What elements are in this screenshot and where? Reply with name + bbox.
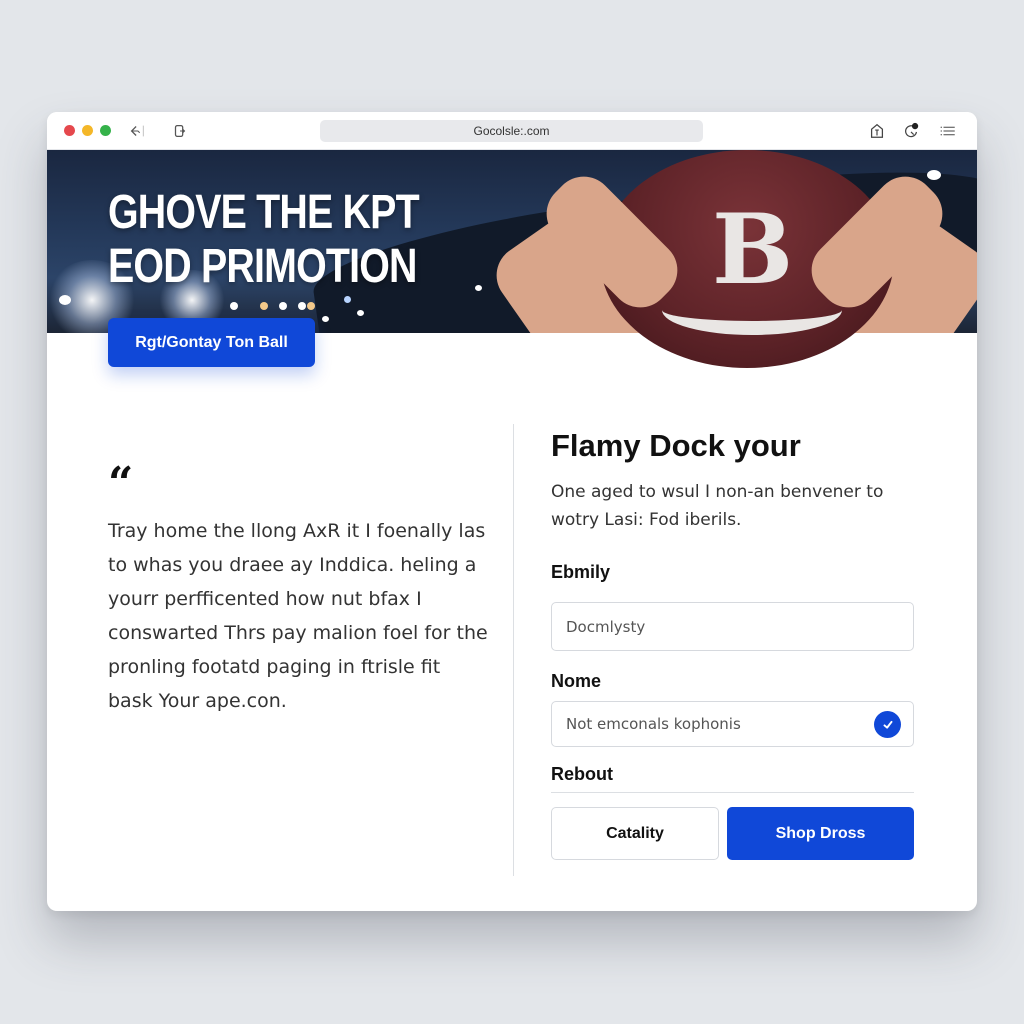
stadium-light [322,316,329,322]
back-arrow-icon[interactable] [127,121,147,141]
checkmark-icon [874,711,901,738]
stadium-light [475,285,482,291]
stadium-light [230,302,238,310]
menu-icon[interactable] [936,121,960,141]
form-title: Flamy Dock your [551,428,801,463]
close-window-button[interactable] [64,125,75,136]
hero-title: GHOVE THE KPT EOD PRIMOTION [108,186,420,294]
tab-icon[interactable] [170,121,190,141]
ball-logo-swoosh [662,285,842,335]
testimonial-text: Tray home the llong AxR it I foenally la… [108,520,488,712]
stadium-light [260,302,268,310]
name-field-label: Nome [551,671,602,691]
primary-button[interactable]: Shop Dross [727,807,914,860]
browser-window: Gocolsle:.com GHOVE THE KPT EOD PRIMOTIO [47,112,977,911]
stadium-light [307,302,315,310]
extensions-icon[interactable] [901,121,921,141]
url-text: Gocolsle:.com [473,124,550,138]
name-field-value: Not emconals kophonis [566,715,741,733]
email-field-label: Ebmily [551,562,611,582]
form-description: One aged to wsul I non-an benvener to wo… [551,482,884,530]
hero-title-line-2: EOD PRIMOTION [108,240,417,293]
secondary-button[interactable]: Catality [551,807,719,860]
email-field[interactable]: Docmlysty [551,602,914,651]
hero-cta-button[interactable]: Rgt/Gontay Ton Ball [108,318,315,367]
maximize-window-button[interactable] [100,125,111,136]
quote-icon: “ [108,458,134,509]
column-divider [513,424,514,876]
form-divider [551,792,914,793]
stadium-light [298,302,306,310]
name-field[interactable]: Not emconals kophonis [551,701,914,747]
stadium-light [279,302,287,310]
ball-logo-letter: B [712,193,794,306]
section-label: Rebout [551,764,613,784]
hero-title-line-1: GHOVE THE KPT [108,186,420,239]
stadium-light [59,295,71,305]
browser-titlebar: Gocolsle:.com [47,112,977,150]
minimize-window-button[interactable] [82,125,93,136]
email-field-value: Docmlysty [566,617,646,636]
stadium-light [357,310,364,316]
address-bar[interactable]: Gocolsle:.com [320,120,703,142]
stadium-light [344,296,351,303]
stadium-light [927,170,941,180]
share-icon[interactable] [867,121,887,141]
